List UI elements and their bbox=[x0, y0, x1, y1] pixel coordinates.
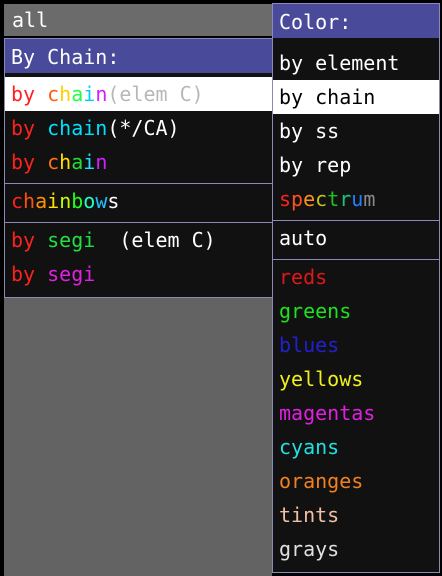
menu-item-text-part: w bbox=[95, 189, 108, 213]
menu-item-text-part: by bbox=[11, 116, 48, 140]
menu-item-text-part: p bbox=[291, 187, 304, 211]
menu-item-text-part: (elem C) bbox=[107, 82, 204, 106]
menu-item-text-part: h bbox=[59, 150, 72, 174]
menu-item-text-part: a bbox=[35, 189, 48, 213]
menu-item-blues[interactable]: blues bbox=[273, 328, 439, 362]
chain-menu-title: By Chain: bbox=[5, 39, 273, 73]
menu-item-by-chain-color[interactable]: by chain bbox=[273, 80, 439, 114]
menu-item-text-part: c bbox=[315, 187, 328, 211]
menu-item-text-part: o bbox=[83, 189, 96, 213]
menu-item-yellows[interactable]: yellows bbox=[273, 362, 439, 396]
menu-item-text-part: tints bbox=[279, 503, 340, 527]
selection-label: all bbox=[4, 4, 274, 36]
menu-item-text-part: by bbox=[11, 150, 48, 174]
menu-item-text-part: (elem C) bbox=[95, 228, 216, 252]
menu-item-text-part: greens bbox=[279, 299, 352, 323]
color-menu-title: Color: bbox=[273, 4, 439, 38]
menu-item-text-part: c bbox=[47, 150, 60, 174]
menu-item-text-part: s bbox=[107, 189, 120, 213]
menu-item-by-chain[interactable]: by chain bbox=[5, 145, 273, 179]
menu-item-text-part: i bbox=[83, 150, 96, 174]
menu-item-text-part: cyans bbox=[279, 435, 340, 459]
menu-item-text-part: c bbox=[11, 189, 24, 213]
menu-item-spectrum[interactable]: spectrum bbox=[273, 182, 439, 216]
menu-item-text-part: by bbox=[11, 82, 48, 106]
menu-item-auto[interactable]: auto bbox=[273, 220, 439, 255]
menu-item-text-part: segi bbox=[47, 262, 96, 286]
menu-item-grays[interactable]: grays bbox=[273, 532, 439, 566]
menu-item-reds[interactable]: reds bbox=[273, 259, 439, 294]
menu-item-tints[interactable]: tints bbox=[273, 498, 439, 532]
menu-item-by-rep[interactable]: by rep bbox=[273, 148, 439, 182]
menu-item-text-part: n bbox=[59, 189, 72, 213]
menu-item-text-part: blues bbox=[279, 333, 340, 357]
menu-item-text-part: chain bbox=[47, 116, 108, 140]
menu-item-by-ss[interactable]: by ss bbox=[273, 114, 439, 148]
menu-item-text-part: grays bbox=[279, 537, 340, 561]
menu-item-text-part: b bbox=[71, 189, 84, 213]
menu-item-text-part: m bbox=[363, 187, 376, 211]
menu-item-text-part: by chain bbox=[279, 85, 376, 109]
menu-item-text-part: c bbox=[47, 82, 60, 106]
menu-item-text-part: n bbox=[95, 82, 108, 106]
menu-item-text-part: by bbox=[11, 262, 48, 286]
menu-item-text-part: t bbox=[327, 187, 340, 211]
menu-item-text-part: a bbox=[71, 82, 84, 106]
menu-item-oranges[interactable]: oranges bbox=[273, 464, 439, 498]
menu-item-text-part: yellows bbox=[279, 367, 364, 391]
menu-item-text-part: u bbox=[351, 187, 364, 211]
menu-item-text-part: segi bbox=[47, 228, 96, 252]
menu-item-text-part: by rep bbox=[279, 153, 352, 177]
menu-item-by-segi[interactable]: by segi bbox=[5, 257, 273, 291]
menu-item-cyans[interactable]: cyans bbox=[273, 430, 439, 464]
menu-item-by-chain-ca[interactable]: by chain(*/CA) bbox=[5, 111, 273, 145]
chain-menu: By Chain: by chain(elem C) by chain(*/CA… bbox=[4, 38, 274, 298]
menu-item-text-part: auto bbox=[279, 226, 328, 250]
menu-item-text-part: by element bbox=[279, 51, 400, 75]
menu-item-text-part: n bbox=[95, 150, 108, 174]
grey-panel bbox=[4, 298, 272, 576]
menu-item-text-part: i bbox=[47, 189, 60, 213]
menu-item-text-part: s bbox=[279, 187, 292, 211]
menu-item-by-segi-elem-c[interactable]: by segi (elem C) bbox=[5, 222, 273, 257]
menu-item-text-part: reds bbox=[279, 265, 328, 289]
color-menu: Color: by element by chain by ss by rep … bbox=[272, 3, 440, 573]
menu-item-text-part: h bbox=[23, 189, 36, 213]
menu-item-by-element[interactable]: by element bbox=[273, 46, 439, 80]
menu-item-magentas[interactable]: magentas bbox=[273, 396, 439, 430]
menu-item-greens[interactable]: greens bbox=[273, 294, 439, 328]
menu-item-text-part: magentas bbox=[279, 401, 376, 425]
menu-item-by-chain-elem-c[interactable]: by chain(elem C) bbox=[5, 77, 273, 111]
menu-item-text-part: h bbox=[59, 82, 72, 106]
menu-item-text-part: i bbox=[83, 82, 96, 106]
menu-item-text-part: r bbox=[339, 187, 352, 211]
menu-item-text-part: by bbox=[11, 228, 48, 252]
menu-item-chainbows[interactable]: chainbows bbox=[5, 183, 273, 218]
menu-item-text-part: by ss bbox=[279, 119, 340, 143]
menu-item-text-part: (*/CA) bbox=[107, 116, 180, 140]
menu-item-text-part: e bbox=[303, 187, 316, 211]
menu-item-text-part: a bbox=[71, 150, 84, 174]
menu-item-text-part: oranges bbox=[279, 469, 364, 493]
